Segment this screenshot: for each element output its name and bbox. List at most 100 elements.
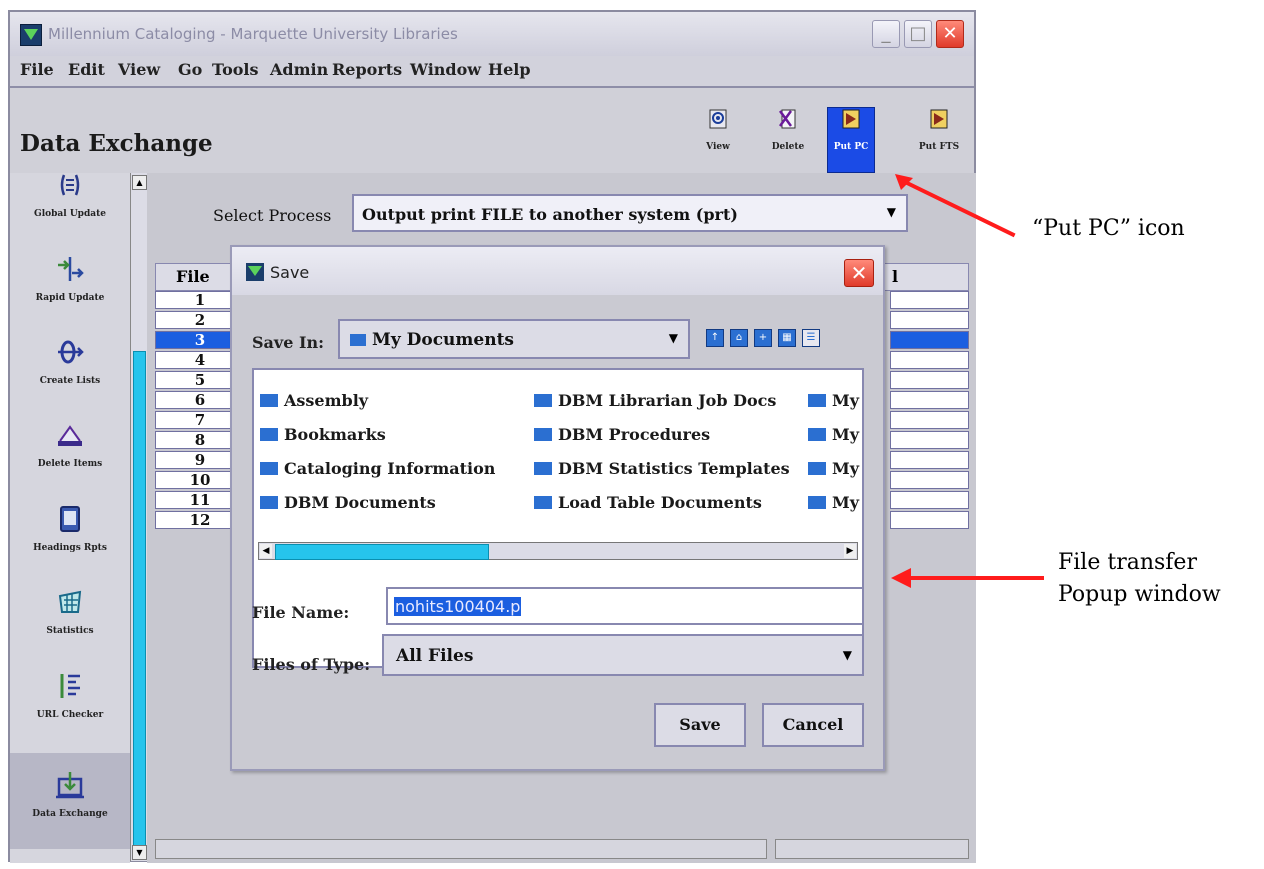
folder-icon	[534, 496, 552, 509]
list-item[interactable]: My	[808, 391, 859, 410]
list-item[interactable]: Cataloging Information	[260, 459, 495, 478]
list-item[interactable]: Load Table Documents	[534, 493, 762, 512]
files-of-type-dropdown[interactable]: All Files ▼	[382, 634, 864, 676]
sidebar: Global Update Rapid Update Create Lists …	[10, 173, 130, 863]
dialog-title-bar: Save ✕	[232, 247, 883, 295]
statistics-icon	[58, 590, 82, 613]
table-row-cell[interactable]	[890, 411, 969, 429]
list-item[interactable]: DBM Procedures	[534, 425, 710, 444]
list-item[interactable]: Assembly	[260, 391, 368, 410]
sidebar-item-label: Statistics	[46, 626, 94, 636]
scroll-down-icon[interactable]: ▼	[132, 845, 147, 860]
table-row-cell[interactable]	[890, 291, 969, 309]
minimize-button[interactable]: _	[872, 20, 900, 48]
eye-icon	[709, 109, 727, 129]
list-item[interactable]: My	[808, 493, 859, 512]
sidebar-item-rapid-update[interactable]: Rapid Update	[10, 245, 130, 317]
folder-icon	[260, 428, 278, 441]
list-item[interactable]: DBM Documents	[260, 493, 436, 512]
sidebar-item-headings-rpts[interactable]: Headings Rpts	[10, 495, 130, 567]
table-row-cell[interactable]	[890, 451, 969, 469]
sidebar-item-data-exchange[interactable]: Data Exchange	[10, 753, 130, 849]
table-row-cell[interactable]	[890, 391, 969, 409]
scroll-up-icon[interactable]: ▲	[132, 175, 147, 190]
global-update-icon	[60, 174, 80, 196]
list-item[interactable]: DBM Librarian Job Docs	[534, 391, 776, 410]
menu-edit[interactable]: Edit	[68, 60, 105, 79]
put-pc-tool-button[interactable]: Put PC	[827, 107, 875, 173]
table-row-cell[interactable]	[890, 431, 969, 449]
folder-icon	[260, 394, 278, 407]
chevron-down-icon: ▼	[842, 648, 852, 662]
arrowhead-icon	[891, 568, 911, 588]
scroll-right-icon[interactable]: ▶	[844, 544, 856, 558]
sidebar-item-label: Delete Items	[37, 459, 103, 469]
millennium-logo-icon	[20, 24, 42, 46]
page-title: Data Exchange	[20, 130, 213, 157]
table-row-cell[interactable]	[890, 491, 969, 509]
delete-items-icon	[58, 425, 82, 446]
put-pc-tool-label: Put PC	[833, 142, 869, 152]
cancel-button[interactable]: Cancel	[762, 703, 864, 747]
put-fts-tool-button[interactable]: Put FTS	[916, 108, 962, 172]
menu-help[interactable]: Help	[488, 60, 531, 79]
sidebar-item-statistics[interactable]: Statistics	[10, 578, 130, 650]
millennium-logo-icon	[246, 263, 264, 281]
folder-icon	[808, 394, 826, 407]
arrowhead-icon	[895, 174, 913, 190]
menu-reports[interactable]: Reports	[332, 60, 402, 79]
sidebar-item-delete-items[interactable]: Delete Items	[10, 411, 130, 483]
up-folder-icon[interactable]: ↑	[706, 329, 724, 347]
save-dialog: Save ✕ Save In: My Documents ▼ ↑ ⌂ + ▦ ☰…	[230, 245, 885, 771]
save-in-dropdown[interactable]: My Documents ▼	[338, 319, 690, 359]
page-header: Data Exchange View Delete Put PC Put FTS	[10, 88, 974, 173]
select-process-dropdown[interactable]: Output print FILE to another system (prt…	[352, 194, 908, 232]
table-row-cell[interactable]	[890, 351, 969, 369]
list-item[interactable]: DBM Statistics Templates	[534, 459, 790, 478]
delete-tool-label: Delete	[771, 142, 805, 152]
scroll-thumb[interactable]	[133, 351, 146, 853]
table-row-cell[interactable]	[890, 511, 969, 529]
view-tool-button[interactable]: View	[695, 108, 741, 172]
scroll-left-icon[interactable]: ◀	[260, 544, 272, 558]
put-fts-icon	[930, 109, 948, 129]
select-process-value: Output print FILE to another system (prt…	[362, 205, 738, 224]
menu-file[interactable]: File	[20, 60, 54, 79]
home-icon[interactable]: ⌂	[730, 329, 748, 347]
new-folder-icon[interactable]: +	[754, 329, 772, 347]
table-row-cell[interactable]	[890, 311, 969, 329]
save-button[interactable]: Save	[654, 703, 746, 747]
sidebar-item-create-lists[interactable]: Create Lists	[10, 328, 130, 400]
delete-tool-button[interactable]: Delete	[765, 108, 811, 172]
sidebar-scrollbar[interactable]: ▲ ▼	[130, 173, 147, 861]
sidebar-item-label: Headings Rpts	[33, 543, 107, 553]
rapid-update-icon	[58, 257, 84, 281]
table-row-cell[interactable]	[890, 331, 969, 349]
menu-view[interactable]: View	[118, 60, 160, 79]
close-button[interactable]: ✕	[936, 20, 964, 48]
list-item[interactable]: Bookmarks	[260, 425, 386, 444]
sidebar-item-label: Global Update	[34, 209, 106, 219]
table-row-cell[interactable]	[890, 471, 969, 489]
maximize-button[interactable]: □	[904, 20, 932, 48]
table-row-cell[interactable]	[890, 371, 969, 389]
sidebar-item-label: Rapid Update	[35, 293, 105, 303]
sidebar-item-url-checker[interactable]: URL Checker	[10, 662, 130, 734]
list-view-icon[interactable]: ▦	[778, 329, 796, 347]
menu-admin[interactable]: Admin	[270, 60, 328, 79]
sidebar-item-global-update[interactable]: Global Update	[10, 161, 130, 233]
chevron-down-icon: ▼	[668, 331, 678, 345]
details-view-icon[interactable]: ☰	[802, 329, 820, 347]
menu-go[interactable]: Go	[178, 60, 202, 79]
sidebar-item-label: URL Checker	[36, 710, 104, 720]
dialog-close-button[interactable]: ✕	[844, 259, 874, 287]
file-name-input[interactable]: nohits100404.p	[386, 587, 864, 625]
menu-window[interactable]: Window	[410, 60, 481, 79]
put-fts-tool-label: Put FTS	[918, 142, 960, 152]
horizontal-scrollbar[interactable]: ◀ ▶	[258, 542, 858, 560]
scroll-thumb[interactable]	[275, 544, 489, 560]
list-item[interactable]: My	[808, 459, 859, 478]
list-item[interactable]: My	[808, 425, 859, 444]
menu-tools[interactable]: Tools	[212, 60, 259, 79]
select-process-label: Select Process	[213, 206, 332, 225]
